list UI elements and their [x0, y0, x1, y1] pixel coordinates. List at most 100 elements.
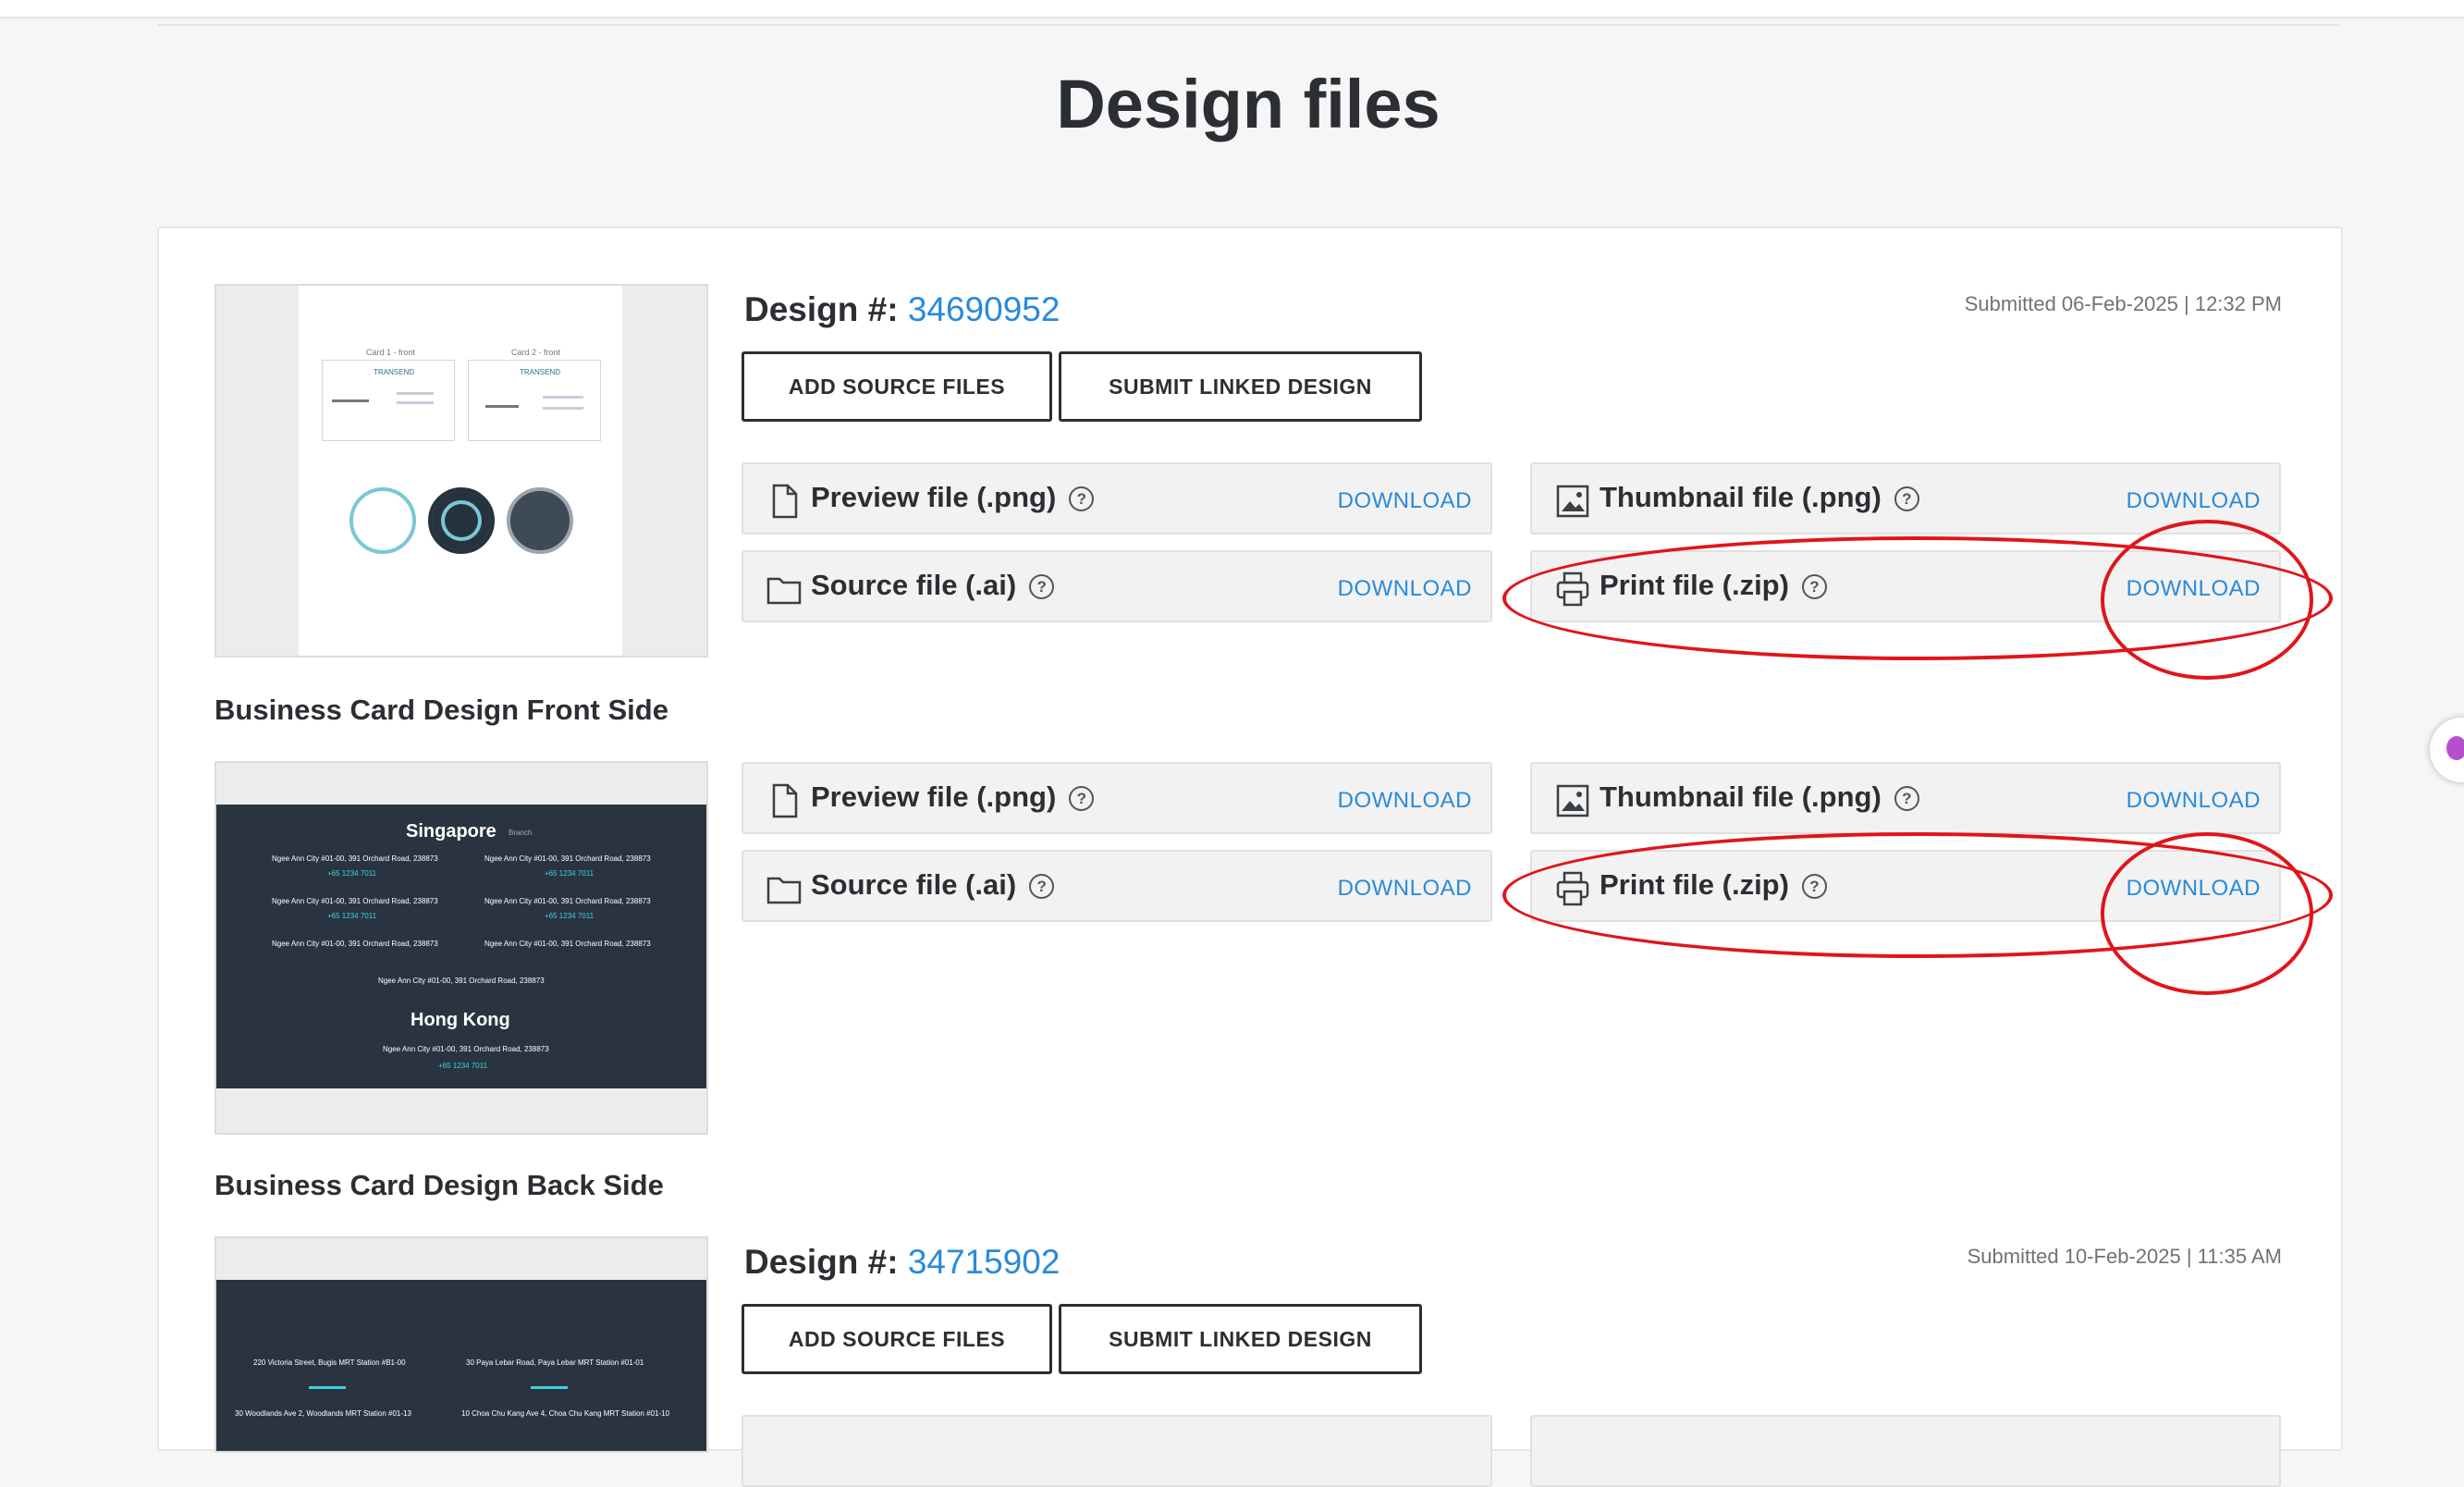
thumb-city-singapore: Singapore [406, 821, 496, 842]
source-file-label: Source file (.ai) [811, 868, 1017, 901]
source-download-link[interactable]: DOWNLOAD [1338, 876, 1472, 902]
thumb-line [543, 407, 583, 410]
thumb-address: Ngee Ann City #01-00, 391 Orchard Road, … [484, 897, 651, 905]
dark-card-preview: 220 Victoria Street, Bugis MRT Station #… [216, 1280, 706, 1451]
dark-card-preview: Singapore Branch Ngee Ann City #01-00, 3… [216, 805, 706, 1088]
help-icon[interactable]: ? [1029, 574, 1055, 599]
printer-icon [1556, 871, 1589, 906]
thumb-card2-label: Card 2 - front [511, 348, 561, 357]
folder-icon [766, 877, 802, 904]
submit-linked-design-button[interactable]: SUBMIT LINKED DESIGN [1059, 1304, 1422, 1374]
thumb-line [485, 405, 519, 408]
submit-linked-design-button[interactable]: SUBMIT LINKED DESIGN [1059, 351, 1422, 422]
design-number-link[interactable]: 34690952 [908, 290, 1060, 328]
thumbnail-file-label: Thumbnail file (.png) [1600, 780, 1882, 813]
preview-file-row: Preview file (.png)? DOWNLOAD [742, 462, 1492, 535]
help-icon[interactable]: ? [1069, 786, 1095, 811]
top-bar [0, 0, 2464, 18]
thumb-phone-line [309, 1386, 346, 1389]
thumb-line [543, 396, 583, 399]
source-file-row: Source file (.ai)? DOWNLOAD [742, 550, 1492, 622]
thumb-phone: +65 1234 7011 [545, 869, 595, 878]
thumb-phone: +65 1234 7011 [327, 912, 377, 920]
help-icon[interactable]: ? [1894, 486, 1919, 511]
submitted-date-2: Submitted 10-Feb-2025 | 11:35 AM [1967, 1245, 2282, 1268]
floating-assistant-button[interactable] [2430, 718, 2464, 782]
design-label: Design #: [744, 290, 899, 328]
add-source-files-button[interactable]: ADD SOURCE FILES [742, 1304, 1052, 1374]
thumb-address: Ngee Ann City #01-00, 391 Orchard Road, … [484, 940, 651, 948]
thumb-phone: +65 1234 7011 [545, 912, 595, 920]
thumb-line [332, 399, 369, 402]
emblem-dark [428, 487, 495, 554]
source-download-link[interactable]: DOWNLOAD [1338, 576, 1472, 602]
thumb-line [397, 392, 434, 395]
preview-file-label: Preview file (.png) [811, 481, 1057, 513]
help-icon[interactable]: ? [1801, 874, 1827, 899]
print-download-link[interactable]: DOWNLOAD [2127, 576, 2261, 602]
top-divider [157, 24, 2339, 26]
thumbnail-download-link[interactable]: DOWNLOAD [2127, 788, 2261, 814]
print-file-label: Print file (.zip) [1600, 868, 1789, 901]
thumb-address: Ngee Ann City #01-00, 391 Orchard Road, … [272, 854, 438, 863]
file-icon [772, 783, 798, 818]
add-source-files-button[interactable]: ADD SOURCE FILES [742, 351, 1052, 422]
help-icon[interactable]: ? [1029, 874, 1055, 899]
thumb-address: 30 Woodlands Ave 2, Woodlands MRT Statio… [235, 1409, 411, 1418]
thumb-address: Ngee Ann City #01-00, 391 Orchard Road, … [272, 897, 438, 905]
thumbnail-file-label: Thumbnail file (.png) [1600, 481, 1882, 513]
page-title: Design files [1056, 66, 1440, 142]
thumb-brand-2: TRANSEND [520, 368, 561, 376]
preview-file-row [742, 1415, 1492, 1487]
design-label: Design #: [744, 1243, 899, 1281]
assistant-icon [2446, 736, 2464, 760]
thumb-phone: +65 1234 7011 [327, 869, 377, 878]
thumb-card1-label: Card 1 - front [366, 348, 416, 357]
print-file-row: Print file (.zip)? DOWNLOAD [1530, 550, 2281, 622]
help-icon[interactable]: ? [1894, 786, 1919, 811]
design-number-heading-2: Design #: 34715902 [744, 1243, 1060, 1282]
design-thumbnail-1[interactable]: Card 1 - front Card 2 - front TRANSEND T… [215, 284, 708, 657]
thumb-address: Ngee Ann City #01-00, 391 Orchard Road, … [484, 854, 651, 863]
preview-download-link[interactable]: DOWNLOAD [1338, 788, 1472, 814]
thumb-address: 10 Choa Chu Kang Ave 4, Choa Chu Kang MR… [461, 1409, 670, 1418]
print-file-label: Print file (.zip) [1600, 569, 1789, 601]
file-icon [772, 484, 798, 519]
help-icon[interactable]: ? [1801, 574, 1827, 599]
thumbnail-file-row [1530, 1415, 2281, 1487]
print-file-row: Print file (.zip)? DOWNLOAD [1530, 850, 2281, 922]
design-number-heading-1: Design #: 34690952 [744, 290, 1060, 329]
thumbnail-download-link[interactable]: DOWNLOAD [2127, 488, 2261, 514]
thumb-card-1: TRANSEND [322, 360, 455, 441]
design-thumbnail-2[interactable]: Singapore Branch Ngee Ann City #01-00, 3… [215, 761, 708, 1135]
preview-file-label: Preview file (.png) [811, 780, 1057, 813]
section-label-front: Business Card Design Front Side [215, 694, 668, 726]
thumbnail-file-row: Thumbnail file (.png)? DOWNLOAD [1530, 762, 2281, 834]
submitted-date-1: Submitted 06-Feb-2025 | 12:32 PM [1964, 292, 2282, 315]
preview-file-row: Preview file (.png)? DOWNLOAD [742, 762, 1492, 834]
preview-download-link[interactable]: DOWNLOAD [1338, 488, 1472, 514]
section-label-back: Business Card Design Back Side [215, 1169, 664, 1201]
thumb-phone: +65 1234 7011 [438, 1062, 488, 1070]
design-thumbnail-3[interactable]: 220 Victoria Street, Bugis MRT Station #… [215, 1236, 708, 1453]
thumb-brand-1: TRANSEND [374, 368, 415, 376]
thumb-phone-line [531, 1386, 568, 1389]
thumb-line [397, 401, 434, 404]
thumb-address: Ngee Ann City #01-00, 391 Orchard Road, … [378, 977, 545, 985]
print-download-link[interactable]: DOWNLOAD [2127, 876, 2261, 902]
folder-icon [766, 577, 802, 605]
thumb-address: Ngee Ann City #01-00, 391 Orchard Road, … [383, 1045, 549, 1053]
thumbnail-file-row: Thumbnail file (.png)? DOWNLOAD [1530, 462, 2281, 535]
emblem-light [349, 487, 416, 554]
thumb-city-hongkong: Hong Kong [411, 1010, 510, 1030]
source-file-row: Source file (.ai)? DOWNLOAD [742, 850, 1492, 922]
design-number-link[interactable]: 34715902 [908, 1243, 1060, 1281]
thumb-card-2: TRANSEND [468, 360, 601, 441]
image-icon [1556, 485, 1589, 518]
thumb-address: Ngee Ann City #01-00, 391 Orchard Road, … [272, 940, 438, 948]
thumb-branch-label: Branch [509, 829, 533, 837]
emblem-gray [507, 487, 573, 554]
image-icon [1556, 784, 1589, 817]
help-icon[interactable]: ? [1069, 486, 1095, 511]
printer-icon [1556, 571, 1589, 607]
